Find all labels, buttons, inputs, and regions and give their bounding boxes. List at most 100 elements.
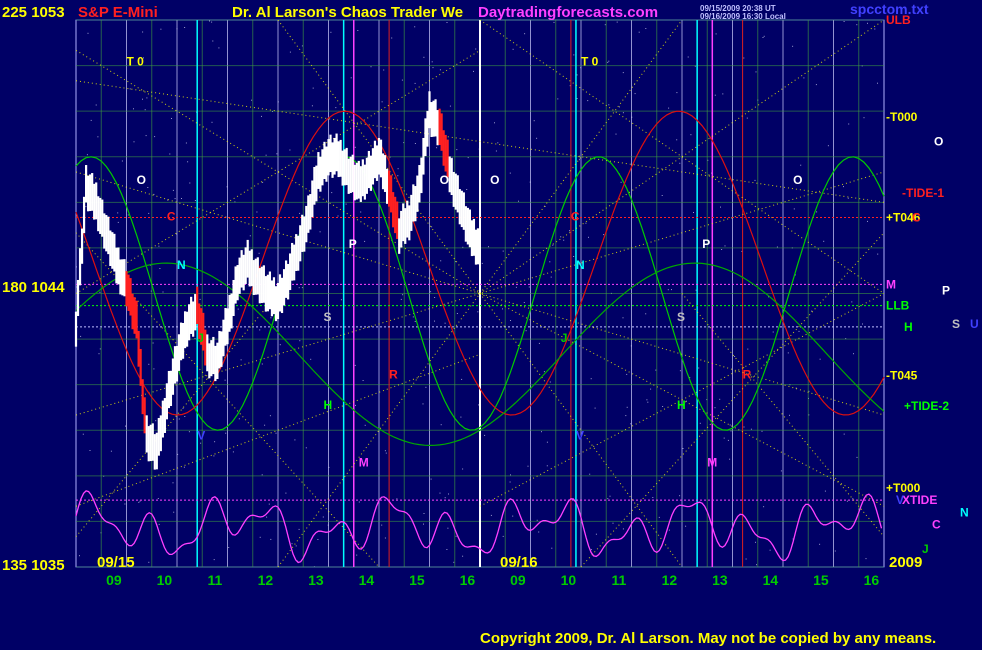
star-dot [259, 536, 261, 538]
star-dot [169, 153, 171, 155]
star-dot [761, 430, 763, 432]
star-dot [381, 101, 383, 103]
star-dot [182, 407, 184, 409]
hour-label: 15 [409, 572, 425, 588]
star-dot [425, 386, 427, 388]
star-dot [622, 317, 624, 319]
planet-marker: J [561, 331, 568, 345]
file-label: spcctom.txt [850, 1, 929, 17]
planet-marker: V [197, 428, 205, 442]
star-dot [153, 368, 155, 370]
star-dot [173, 511, 175, 513]
star-dot [295, 545, 297, 547]
star-dot [422, 403, 424, 405]
star-dot [289, 51, 291, 53]
chart-canvas: T 0T 0O O O OC CN NP PS SJ JR RH HV VM M ULB-T000O-T… [0, 0, 982, 650]
star-dot [279, 344, 281, 346]
star-dot [291, 543, 293, 545]
star-dot [668, 529, 670, 531]
header-title: Dr. Al Larson's Chaos Trader We [232, 4, 463, 21]
star-dot [746, 117, 748, 119]
star-dot [444, 322, 446, 324]
star-dot [512, 48, 514, 50]
star-dot [89, 450, 91, 451]
star-dot [524, 33, 526, 35]
star-dot [658, 516, 660, 518]
star-dot [856, 456, 858, 458]
star-dot [232, 451, 234, 453]
star-dot [722, 93, 724, 95]
star-dot [396, 498, 398, 500]
star-dot [490, 514, 492, 516]
star-dot [589, 473, 591, 475]
star-dot [661, 195, 663, 196]
star-dot [364, 240, 366, 242]
star-dot [266, 516, 268, 518]
star-dot [462, 555, 464, 557]
star-dot [178, 418, 180, 420]
star-dot [430, 291, 432, 293]
star-dot [154, 136, 156, 138]
star-dot [494, 122, 495, 124]
star-dot [211, 21, 213, 23]
star-dot [98, 353, 100, 355]
star-dot [800, 164, 802, 166]
star-dot [626, 406, 628, 408]
star-dot [772, 331, 774, 333]
star-dot [391, 37, 393, 39]
star-dot [188, 431, 190, 433]
star-dot [238, 418, 240, 420]
hour-label: 15 [813, 572, 829, 588]
star-dot [142, 98, 143, 100]
star-dot [299, 212, 301, 214]
star-dot [646, 399, 648, 401]
star-dot [400, 298, 402, 300]
star-dot [576, 74, 578, 76]
planet-marker: O [490, 173, 499, 187]
planet-marker: C [571, 210, 580, 224]
star-dot [90, 119, 92, 121]
star-dot [97, 136, 99, 138]
star-dot [157, 498, 159, 499]
star-dot [370, 66, 372, 68]
star-dot [133, 141, 135, 143]
star-dot [523, 302, 525, 303]
right-label: -T045 [886, 369, 918, 383]
star-dot [846, 500, 848, 502]
star-dot [789, 414, 790, 416]
star-dot [685, 525, 687, 527]
star-dot [95, 104, 97, 106]
hour-label: 09 [106, 572, 122, 588]
star-dot [484, 434, 486, 436]
star-dot [856, 24, 858, 26]
hour-label: 10 [157, 572, 173, 588]
star-dot [265, 154, 267, 156]
hour-label: 09 [510, 572, 526, 588]
star-dot [607, 498, 609, 500]
star-dot [763, 506, 765, 508]
planet-marker: C [167, 210, 176, 224]
star-dot [585, 222, 587, 224]
star-dot [258, 252, 260, 254]
star-dot [865, 558, 867, 560]
copyright-notice: Copyright 2009, Dr. Al Larson. May not b… [480, 630, 937, 647]
star-dot [184, 416, 186, 417]
star-dot [80, 335, 82, 337]
star-dot [616, 21, 618, 23]
star-dot [724, 245, 726, 247]
star-dot [509, 172, 511, 174]
star-dot [645, 28, 647, 29]
symbol-label: S&P E-Mini [78, 4, 158, 21]
planet-marker: T 0 [127, 55, 145, 69]
star-dot [834, 550, 836, 552]
star-dot [560, 236, 562, 238]
star-dot [536, 137, 538, 139]
star-dot [538, 531, 540, 533]
star-dot [792, 45, 794, 47]
star-dot [99, 328, 101, 330]
star-dot [240, 359, 242, 361]
star-dot [129, 88, 131, 90]
star-dot [645, 313, 647, 315]
star-dot [312, 87, 314, 89]
star-dot [754, 179, 756, 181]
